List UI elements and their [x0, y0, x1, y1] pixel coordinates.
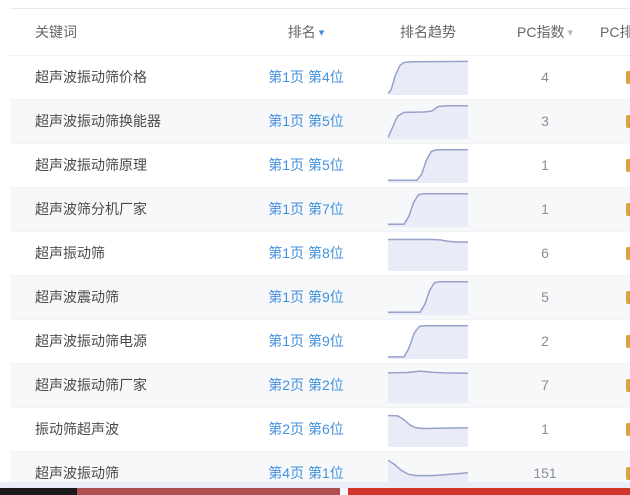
rank-link[interactable]: 第1页 第9位	[250, 276, 362, 319]
rank-link[interactable]: 第1页 第5位	[250, 144, 362, 187]
trend-sparkline	[388, 104, 468, 139]
table-header-row: 关键词 排名▾ 排名趋势 PC指数▾ PC排	[10, 9, 630, 56]
footer-bar-segment	[348, 488, 630, 495]
table-row: 超声振动筛 第1页 第8位 6	[10, 232, 630, 276]
column-header-pc-index[interactable]: PC指数▾	[490, 9, 600, 55]
rank-link[interactable]: 第1页 第9位	[250, 320, 362, 363]
trend-sparkline	[388, 192, 468, 227]
keyword-cell: 超声波振动筛换能器	[35, 100, 161, 143]
action-badge-truncated[interactable]	[626, 247, 630, 260]
pc-index-value: 5	[490, 276, 600, 319]
keyword-cell: 超声波振动筛原理	[35, 144, 147, 187]
keyword-cell: 超声波振动筛价格	[35, 56, 147, 99]
column-header-trend: 排名趋势	[388, 9, 468, 55]
action-badge-truncated[interactable]	[626, 467, 630, 480]
table-row: 振动筛超声波 第2页 第6位 1	[10, 408, 630, 452]
action-badge-truncated[interactable]	[626, 71, 630, 84]
trend-sparkline	[388, 60, 468, 95]
table-row: 超声波振动筛换能器 第1页 第5位 3	[10, 100, 630, 144]
trend-sparkline	[388, 324, 468, 359]
keyword-cell: 振动筛超声波	[35, 408, 119, 451]
column-header-keyword-label: 关键词	[35, 24, 77, 40]
rank-link[interactable]: 第2页 第2位	[250, 364, 362, 407]
footer-bar-segment	[77, 488, 340, 495]
pc-index-value: 1	[490, 144, 600, 187]
rank-link[interactable]: 第1页 第5位	[250, 100, 362, 143]
keyword-cell: 超声波振动筛电源	[35, 320, 147, 363]
action-badge-truncated[interactable]	[626, 335, 630, 348]
keyword-ranking-screen: 关键词 排名▾ 排名趋势 PC指数▾ PC排 超声波振动筛价格 第1页 第4位 …	[0, 0, 630, 495]
keyword-ranking-table: 关键词 排名▾ 排名趋势 PC指数▾ PC排 超声波振动筛价格 第1页 第4位 …	[10, 8, 630, 495]
pc-index-value: 6	[490, 232, 600, 275]
action-badge-truncated[interactable]	[626, 291, 630, 304]
action-badge-truncated[interactable]	[626, 423, 630, 436]
trend-sparkline	[388, 280, 468, 315]
table-row: 超声波震动筛 第1页 第9位 5	[10, 276, 630, 320]
pc-index-value: 1	[490, 408, 600, 451]
pc-index-value: 3	[490, 100, 600, 143]
footer-bar-segment	[0, 488, 77, 495]
trend-sparkline	[388, 148, 468, 183]
action-badge-truncated[interactable]	[626, 203, 630, 216]
column-header-trend-label: 排名趋势	[400, 24, 456, 40]
column-header-pc-rank-label: PC排	[600, 24, 630, 40]
action-badge-truncated[interactable]	[626, 379, 630, 392]
trend-sparkline	[388, 236, 468, 271]
table-row: 超声波振动筛原理 第1页 第5位 1	[10, 144, 630, 188]
keyword-cell: 超声波筛分机厂家	[35, 188, 147, 231]
pc-index-value: 4	[490, 56, 600, 99]
column-header-rank-label: 排名	[288, 24, 316, 40]
keyword-cell: 超声波震动筛	[35, 276, 119, 319]
pc-index-value: 7	[490, 364, 600, 407]
action-badge-truncated[interactable]	[626, 115, 630, 128]
trend-sparkline	[388, 368, 468, 403]
table-row: 超声波振动筛电源 第1页 第9位 2	[10, 320, 630, 364]
rank-link[interactable]: 第1页 第4位	[250, 56, 362, 99]
keyword-cell: 超声波振动筛厂家	[35, 364, 147, 407]
column-header-rank[interactable]: 排名▾	[250, 9, 362, 55]
trend-sparkline	[388, 412, 468, 447]
table-row: 超声波筛分机厂家 第1页 第7位 1	[10, 188, 630, 232]
table-row: 超声波振动筛价格 第1页 第4位 4	[10, 56, 630, 100]
column-header-pc-index-label: PC指数	[517, 24, 564, 40]
rank-link[interactable]: 第2页 第6位	[250, 408, 362, 451]
sort-caret-down-icon[interactable]: ▾	[319, 27, 325, 39]
keyword-cell: 超声振动筛	[35, 232, 105, 275]
rank-link[interactable]: 第1页 第8位	[250, 232, 362, 275]
rank-link[interactable]: 第1页 第7位	[250, 188, 362, 231]
table-row: 超声波振动筛厂家 第2页 第2位 7	[10, 364, 630, 408]
column-header-pc-rank-truncated: PC排	[600, 9, 630, 55]
sort-caret-down-icon[interactable]: ▾	[567, 27, 573, 39]
pc-index-value: 1	[490, 188, 600, 231]
table-body: 超声波振动筛价格 第1页 第4位 4 超声波振动筛换能器 第1页 第5位 3 超…	[10, 56, 630, 495]
column-header-keyword: 关键词	[35, 9, 77, 55]
pc-index-value: 2	[490, 320, 600, 363]
action-badge-truncated[interactable]	[626, 159, 630, 172]
